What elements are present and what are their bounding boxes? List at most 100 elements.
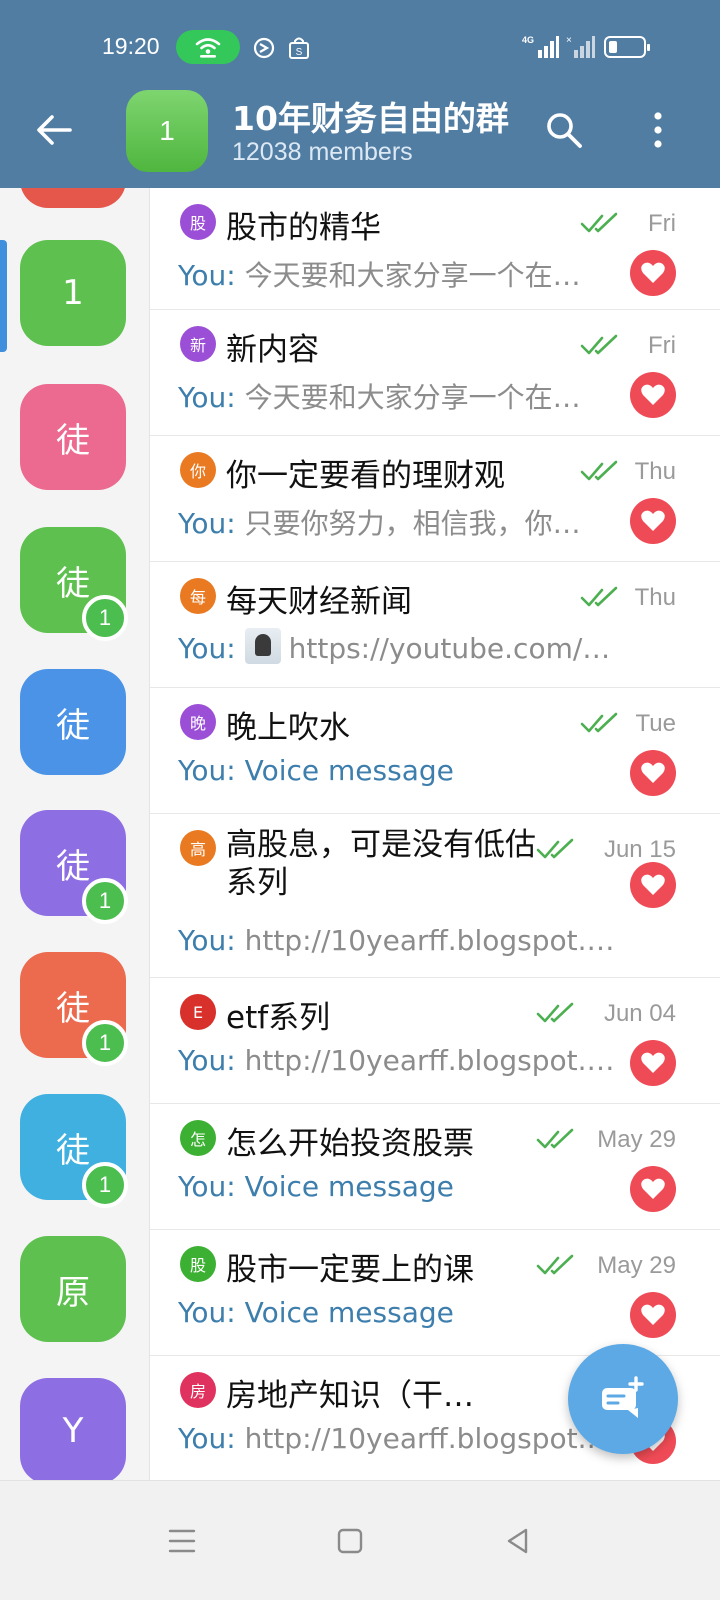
chat-row[interactable]: 你你一定要看的理财观 Thu You: 只要你努力，相信我，你… [150,436,720,562]
folder-tab[interactable]: 徒1 [20,810,128,924]
cell-signal-2-icon: × [566,35,595,58]
reaction-heart[interactable] [630,1292,676,1338]
member-count: 12038 members [232,138,413,166]
topic-icon: 晚 [180,704,216,740]
chat-row[interactable]: 每每天财经新闻 Thu You: https://youtube.com/sho… [150,562,720,688]
chat-row-content: Eetf系列 Jun 04 You: http://10yearff.blogspo… [178,978,720,1103]
menu-icon [168,1529,196,1553]
chat-row-content: 你你一定要看的理财观 Thu You: 只要你努力，相信我，你… [178,436,720,561]
sender-prefix: You: [178,1422,245,1455]
folder-tab[interactable]: Y [20,1378,126,1480]
selected-folder-indicator [0,240,7,352]
folder-label: 徒 [56,988,90,1029]
chat-row[interactable]: 怎怎么开始投资股票 May 29 You: Voice message [150,1104,720,1230]
new-message-button[interactable] [568,1344,678,1454]
heart-icon [641,1304,665,1325]
new-message-icon [602,1376,644,1418]
back-arrow-icon[interactable] [34,110,74,150]
group-avatar[interactable]: 1 [126,90,208,172]
unread-badge: 1 [82,878,128,924]
chat-date: Jun 04 [603,1000,676,1027]
system-navigation-bar [0,1480,720,1600]
more-vertical-icon[interactable] [640,110,676,150]
chat-date: Jun 15 [603,836,676,863]
read-checks-icon [536,838,574,859]
chat-date: Fri [648,332,676,359]
battery-icon [604,36,650,58]
chat-row-content: 怎怎么开始投资股票 May 29 You: Voice message [178,1104,720,1229]
preview-text: Voice message [244,1170,454,1203]
preview-text: http://10yearff.blogspot.… [244,1044,615,1077]
reaction-heart[interactable] [630,250,676,296]
reaction-heart[interactable] [630,862,676,908]
folder-label: 徒 [56,1130,90,1171]
svg-text:S: S [296,47,303,58]
chat-date: Tue [635,710,676,737]
message-preview: You: http://10yearff.blogspot.… [178,1422,618,1455]
folder-tab[interactable]: 徒1 [20,527,128,641]
reaction-heart[interactable] [630,372,676,418]
chat-row[interactable]: 股股市一定要上的课 May 29 You: Voice message [150,1230,720,1356]
chat-row-content: 高高股息，可是没有低估系列 Jun 15 You: http://10yearff.… [178,814,720,977]
sender-prefix: You: [178,1044,245,1077]
topic-icon: 你 [180,452,216,488]
chat-row[interactable]: Eetf系列 Jun 04 You: http://10yearff.blogspo… [150,978,720,1104]
search-icon[interactable] [544,110,584,150]
dnd-icon [253,37,275,59]
chat-title: 晚上吹水 [226,710,350,746]
sender-prefix: You: [178,754,245,787]
sender-prefix: You: [178,381,245,414]
back-button[interactable] [488,1511,548,1571]
folder-tab[interactable]: 徒1 [20,952,128,1066]
folder-partial[interactable] [20,188,126,208]
chat-row[interactable]: 股股市的精华 Fri You: 今天要和大家分享一个在… [150,188,720,310]
folder-tab[interactable]: 徒 [20,384,126,490]
chat-title: 每天财经新闻 [226,584,412,620]
topic-icon: E [180,994,216,1030]
chat-title: 高股息，可是没有低估系列 [226,827,536,901]
preview-text: 只要你努力，相信我，你… [244,507,581,540]
unread-badge: 1 [82,595,128,641]
chat-list: 股股市的精华 Fri You: 今天要和大家分享一个在… 新新内容 Fri You: 今天… [150,188,720,1480]
reaction-heart[interactable] [630,1040,676,1086]
heart-icon [641,384,665,405]
reaction-heart[interactable] [630,498,676,544]
folder-sidebar: 1徒徒1徒徒1徒1徒1原Y [0,188,150,1480]
message-preview: You: Voice message [178,754,618,787]
folder-tab[interactable]: 原 [20,1236,126,1342]
folder-tab[interactable]: 徒 [20,669,126,775]
chat-title: 股市一定要上的课 [226,1252,474,1288]
chat-row[interactable]: 新新内容 Fri You: 今天要和大家分享一个在… [150,310,720,436]
recent-apps-button[interactable] [152,1511,212,1571]
heart-icon [641,762,665,783]
chat-row[interactable]: 晚晚上吹水 Tue You: Voice message [150,688,720,814]
chat-date: Thu [634,458,676,485]
reaction-heart[interactable] [630,1166,676,1212]
preview-text: 今天要和大家分享一个在… [244,381,581,414]
home-button[interactable] [320,1511,380,1571]
sender-prefix: You: [178,259,245,292]
square-home-icon [337,1528,363,1554]
sender-prefix: You: [178,632,245,665]
topic-icon: 房 [180,1372,216,1408]
chat-row-content: 新新内容 Fri You: 今天要和大家分享一个在… [178,310,720,435]
chat-row-content: 股股市一定要上的课 May 29 You: Voice message [178,1230,720,1355]
preview-text: 今天要和大家分享一个在… [244,259,581,292]
message-preview: You: http://10yearff.blogspot.… [178,1044,618,1077]
preview-text: https://youtube.com/sho… [288,632,618,665]
message-preview: You: https://youtube.com/sho… [178,628,618,665]
folder-tab[interactable]: 徒1 [20,1094,128,1208]
reaction-heart[interactable] [630,750,676,796]
heart-icon [641,874,665,895]
topic-icon: 高 [180,830,216,866]
chat-title[interactable]: 10年财务自由的群 [232,92,522,140]
folder-label: 徒 [56,705,90,746]
chat-row[interactable]: 高高股息，可是没有低估系列 Jun 15 You: http://10yearff.… [150,814,720,978]
sender-prefix: You: [178,507,245,540]
message-preview: You: Voice message [178,1296,618,1329]
preview-text: http://10yearff.blogspot.… [244,924,615,957]
topic-icon: 股 [180,1246,216,1282]
folder-tab[interactable]: 1 [20,240,126,346]
svg-text:×: × [566,35,572,46]
chat-title: 房地产知识（干… [226,1378,474,1414]
